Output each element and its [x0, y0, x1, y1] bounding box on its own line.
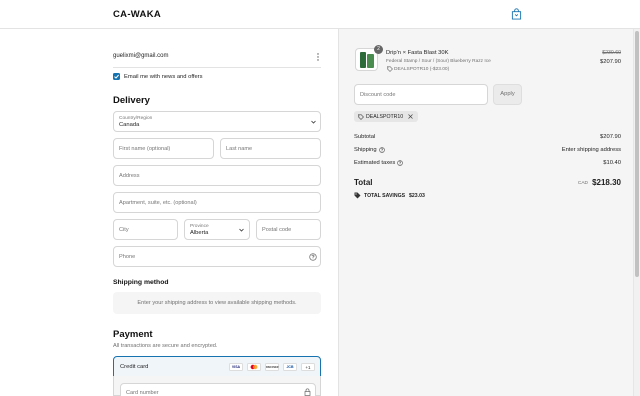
subtotal-value: $207.90 [600, 134, 621, 140]
product-variant: Federal Stamp / Sour / (Sour) Blueberry … [386, 59, 491, 64]
help-icon[interactable] [379, 147, 385, 153]
total-savings-label: TOTAL SAVINGS [364, 193, 406, 199]
first-name-placeholder: First name (optional) [119, 146, 171, 152]
postal-code-placeholder: Postal code [262, 227, 292, 233]
apartment-placeholder: Apartment, suite, etc. (optional) [119, 200, 197, 206]
shopping-bag-icon[interactable] [511, 8, 522, 20]
card-number-field[interactable]: Card number [120, 383, 316, 396]
postal-code-field[interactable]: Postal code [256, 219, 321, 240]
tag-icon [358, 113, 364, 120]
credit-card-label: Credit card [120, 364, 149, 370]
apply-button[interactable]: Apply [493, 84, 522, 105]
delivery-title: Delivery [113, 95, 150, 106]
newsletter-checkbox[interactable] [113, 73, 120, 80]
shipping-method-notice: Enter your shipping address to view avai… [113, 292, 321, 314]
checkmark-icon [114, 74, 119, 79]
shipping-method-title: Shipping method [113, 279, 169, 286]
province-label: Province [190, 224, 209, 229]
total-label: Total [354, 178, 373, 187]
phone-field[interactable]: Phone [113, 246, 321, 267]
first-name-field[interactable]: First name (optional) [113, 138, 214, 159]
taxes-label: Estimated taxes [354, 160, 396, 166]
scrollbar-thumb[interactable] [635, 31, 639, 277]
phone-placeholder: Phone [119, 254, 136, 260]
last-name-placeholder: Last name [226, 146, 253, 152]
divider [113, 67, 321, 68]
city-placeholder: City [119, 227, 129, 233]
header: CA-WAKA [0, 0, 640, 29]
total-savings-value: $23.03 [409, 193, 425, 199]
visa-icon: VISA [229, 363, 243, 371]
tag-icon [387, 66, 393, 72]
scrollbar[interactable] [633, 29, 640, 396]
applied-discount-chip: DEALSPOTR10 [354, 111, 418, 122]
city-field[interactable]: City [113, 219, 178, 240]
taxes-value: $10.40 [603, 160, 621, 166]
savings-tag-icon [354, 192, 361, 199]
country-value: Canada [119, 122, 140, 128]
payment-subtitle: All transactions are secure and encrypte… [113, 343, 218, 349]
apartment-field[interactable]: Apartment, suite, etc. (optional) [113, 192, 321, 213]
total-value: $218.30 [592, 178, 621, 187]
more-cards-badge: +1 [301, 363, 315, 371]
help-icon[interactable] [397, 160, 403, 166]
province-select[interactable]: Province Alberta [184, 219, 250, 240]
chevron-down-icon [311, 120, 316, 124]
product-price: $207.90 [600, 59, 621, 65]
checkout-form: guelixmi@gmail.com Email me with news an… [0, 29, 338, 396]
currency-code: CAD [577, 181, 588, 186]
original-price: $230.60 [602, 50, 621, 56]
card-number-placeholder: Card number [126, 390, 159, 396]
more-options-icon[interactable] [316, 52, 320, 62]
discount-code-placeholder: Discount code [360, 92, 396, 98]
credit-card-option[interactable]: Credit card VISA DISCOVER JCB +1 [113, 356, 321, 377]
lock-icon [304, 388, 311, 396]
quantity-badge: 2 [374, 45, 383, 54]
discover-icon: DISCOVER [265, 363, 279, 371]
product-discount: DEALSPOTR10 (-$23.00) [394, 67, 450, 72]
contact-email: guelixmi@gmail.com [113, 53, 169, 59]
mastercard-icon [247, 363, 261, 371]
shipping-value: Enter shipping address [561, 147, 621, 153]
payment-title: Payment [113, 329, 153, 340]
order-summary: 2 Drip'n × Fasta Blast 30K Federal Stamp… [338, 29, 633, 396]
shipping-label: Shipping [354, 147, 377, 153]
last-name-field[interactable]: Last name [220, 138, 321, 159]
product-name: Drip'n × Fasta Blast 30K [386, 50, 449, 56]
country-select[interactable]: Country/Region Canada [113, 111, 321, 132]
chevron-down-icon [239, 228, 244, 232]
shipping-method-message: Enter your shipping address to view avai… [137, 300, 297, 306]
jcb-icon: JCB [283, 363, 297, 371]
brand-logo[interactable]: CA-WAKA [113, 9, 161, 20]
newsletter-label: Email me with news and offers [124, 74, 203, 80]
address-placeholder: Address [119, 173, 140, 179]
address-field[interactable]: Address [113, 165, 321, 186]
applied-code: DEALSPOTR10 [366, 113, 404, 120]
discount-code-input[interactable]: Discount code [354, 84, 488, 105]
subtotal-label: Subtotal [354, 134, 376, 140]
credit-card-form: Card number [113, 376, 321, 396]
help-icon[interactable] [309, 253, 317, 261]
country-label: Country/Region [119, 116, 153, 121]
province-value: Alberta [190, 230, 209, 236]
close-icon[interactable] [408, 114, 413, 119]
